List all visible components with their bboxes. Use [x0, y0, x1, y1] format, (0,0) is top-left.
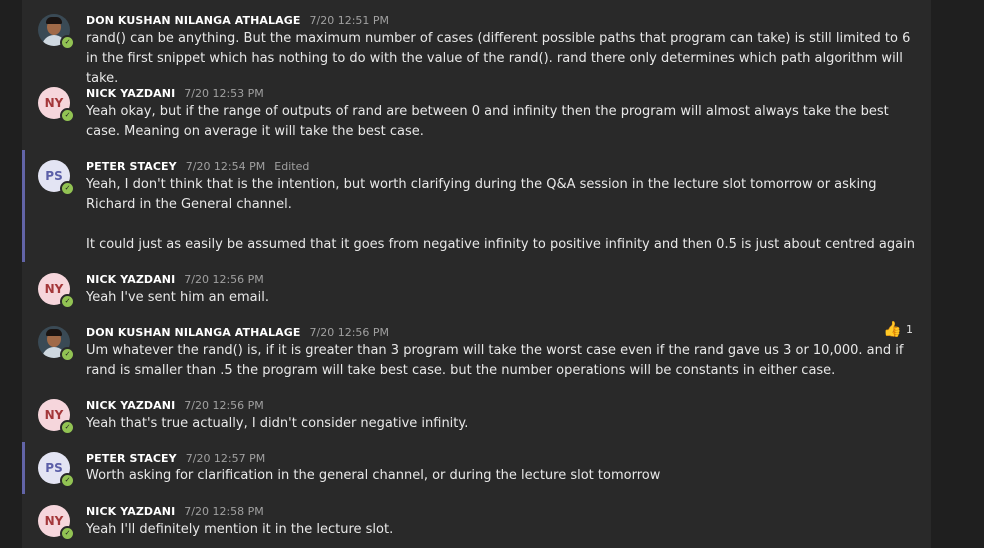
- message-timestamp: 7/20 12:56 PM: [184, 272, 264, 286]
- message-body: Um whatever the rand() is, if it is grea…: [86, 341, 926, 381]
- message-timestamp: 7/20 12:54 PM: [185, 159, 266, 173]
- chat-message[interactable]: NY ✓ NICK YAZDANI 7/20 12:53 PM Yeah oka…: [22, 87, 931, 145]
- message-timestamp: 7/20 12:56 PM: [184, 398, 264, 412]
- chat-message[interactable]: NY ✓ NICK YAZDANI 7/20 12:58 PM Yeah I'l…: [22, 505, 931, 545]
- message-text: Worth asking for clarification in the ge…: [86, 468, 661, 483]
- chat-message[interactable]: PS ✓ PETER STACEY 7/20 12:57 PM Worth as…: [22, 442, 931, 494]
- presence-available-icon: ✓: [60, 347, 75, 362]
- message-author[interactable]: NICK YAZDANI: [86, 399, 175, 412]
- chat-message[interactable]: PS ✓ PETER STACEY 7/20 12:54 PM Edited Y…: [22, 150, 931, 262]
- message-text: It could just as easily be assumed that …: [86, 237, 915, 252]
- message-body: Yeah okay, but if the range of outputs o…: [86, 102, 926, 142]
- thumbs-up-icon: 👍: [883, 320, 902, 338]
- message-body: Yeah that's true actually, I didn't cons…: [86, 414, 926, 434]
- presence-available-icon: ✓: [60, 108, 75, 123]
- presence-available-icon: ✓: [60, 181, 75, 196]
- message-timestamp: 7/20 12:53 PM: [184, 86, 264, 100]
- edited-label: Edited: [274, 159, 310, 173]
- message-text: Um whatever the rand() is, if it is grea…: [86, 343, 904, 378]
- message-body: rand() can be anything. But the maximum …: [86, 29, 926, 89]
- message-body: Yeah I'll definitely mention it in the l…: [86, 520, 926, 540]
- message-author[interactable]: DON KUSHAN NILANGA ATHALAGE: [86, 326, 301, 339]
- presence-available-icon: ✓: [60, 473, 75, 488]
- message-text: Yeah okay, but if the range of outputs o…: [86, 104, 889, 139]
- presence-available-icon: ✓: [60, 526, 75, 541]
- chat-message[interactable]: NY ✓ NICK YAZDANI 7/20 12:56 PM Yeah tha…: [22, 399, 931, 435]
- message-author[interactable]: NICK YAZDANI: [86, 87, 175, 100]
- reaction-summary[interactable]: 👍 1: [883, 320, 913, 338]
- message-author[interactable]: DON KUSHAN NILANGA ATHALAGE: [86, 14, 301, 27]
- message-body: Yeah I've sent him an email.: [86, 288, 926, 308]
- message-text: Yeah I've sent him an email.: [86, 290, 269, 305]
- message-body: Yeah, I don't think that is the intentio…: [86, 175, 926, 255]
- chat-message[interactable]: NY ✓ NICK YAZDANI 7/20 12:56 PM Yeah I'v…: [22, 273, 931, 309]
- message-text: rand() can be anything. But the maximum …: [86, 31, 911, 86]
- message-text: Yeah that's true actually, I didn't cons…: [86, 416, 469, 431]
- avatar-photo-hair: [46, 329, 62, 336]
- chat-message[interactable]: ✓ DON KUSHAN NILANGA ATHALAGE 7/20 12:56…: [22, 320, 931, 384]
- avatar-photo-hair: [46, 17, 62, 24]
- message-author[interactable]: NICK YAZDANI: [86, 505, 175, 518]
- message-timestamp: 7/20 12:57 PM: [185, 451, 266, 465]
- presence-available-icon: ✓: [60, 294, 75, 309]
- chat-message[interactable]: ✓ DON KUSHAN NILANGA ATHALAGE 7/20 12:51…: [22, 13, 931, 86]
- message-text: Yeah I'll definitely mention it in the l…: [86, 522, 394, 537]
- message-timestamp: 7/20 12:56 PM: [309, 325, 390, 339]
- message-author[interactable]: NICK YAZDANI: [86, 273, 175, 286]
- message-timestamp: 7/20 12:51 PM: [309, 13, 390, 27]
- reaction-count: 1: [906, 322, 913, 336]
- message-timestamp: 7/20 12:58 PM: [184, 504, 264, 518]
- presence-available-icon: ✓: [60, 420, 75, 435]
- message-text: Yeah, I don't think that is the intentio…: [86, 177, 877, 212]
- message-author[interactable]: PETER STACEY: [86, 452, 177, 465]
- presence-available-icon: ✓: [60, 35, 75, 50]
- chat-message-list: ✓ DON KUSHAN NILANGA ATHALAGE 7/20 12:51…: [22, 0, 931, 548]
- message-author[interactable]: PETER STACEY: [86, 160, 177, 173]
- message-body: Worth asking for clarification in the ge…: [86, 466, 926, 486]
